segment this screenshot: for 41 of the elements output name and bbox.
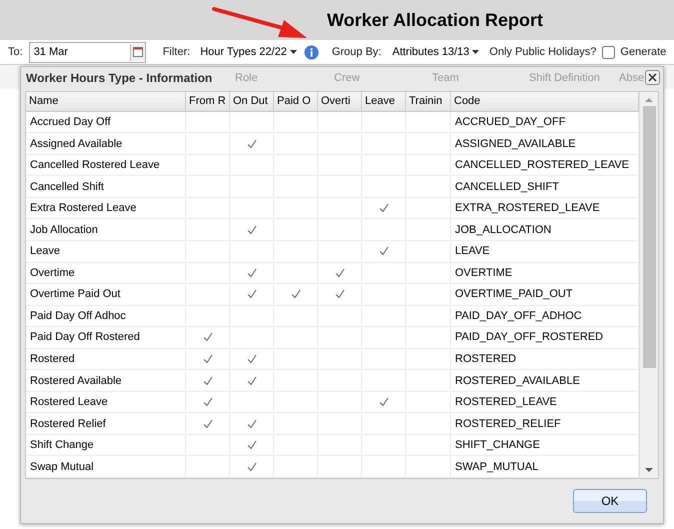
background-column-header: Role (235, 72, 258, 84)
name-cell: Assigned Available (26, 133, 186, 154)
public-holidays-label: Only Public Holidays? (489, 46, 596, 58)
name-cell: Accrued Day Off (26, 112, 186, 132)
name-cell: Paid Day Off Rostered (26, 327, 186, 348)
name-cell: Overtime Paid Out (26, 284, 186, 305)
date-field[interactable]: 31 Mar (28, 42, 146, 62)
background-column-header: Team (432, 72, 459, 84)
column-header[interactable]: Overti (318, 92, 362, 111)
to-label: To: (8, 46, 23, 58)
report-title: Worker Allocation Report (326, 10, 543, 30)
background-column-header: Shift Definition (529, 72, 600, 84)
name-cell: Job Allocation (26, 219, 186, 240)
column-header[interactable]: From R (186, 92, 230, 111)
filter-label: Filter: (162, 46, 190, 58)
background-column-header: Abse (619, 72, 644, 84)
attributes-dropdown[interactable]: Attributes 13/13 (392, 46, 480, 58)
group-by-label: Group By: (332, 46, 382, 58)
hour-types-dropdown[interactable]: Hour Types 22/22 (200, 46, 297, 58)
name-cell: Rostered Leave (26, 392, 186, 412)
name-cell: Swap Mutual (26, 456, 186, 477)
column-header[interactable]: On Dut (230, 92, 274, 111)
name-cell: Overtime (26, 262, 186, 284)
column-header[interactable]: Name (26, 92, 186, 111)
generate-label: Generate (620, 46, 666, 58)
name-cell: Shift Change (26, 434, 186, 456)
name-cell: Extra Rostered Leave (26, 198, 186, 218)
background-column-header: Crew (334, 72, 360, 84)
name-cell: Cancelled Shift (26, 176, 186, 197)
column-header[interactable]: Paid O (274, 92, 318, 111)
column-header[interactable]: Trainin (406, 92, 451, 111)
name-cell: Leave (26, 240, 186, 262)
name-cell: Rostered (26, 348, 186, 370)
ok-button[interactable]: OK (573, 489, 647, 513)
name-cell: Rostered Available (26, 370, 186, 391)
name-cell: Paid Day Off Adhoc (26, 306, 186, 326)
name-cell: Rostered Relief (26, 413, 186, 434)
column-header[interactable]: Leave (362, 92, 406, 111)
name-cell: Cancelled Rostered Leave (26, 154, 186, 176)
date-input[interactable]: 31 Mar (30, 46, 130, 58)
dialog-title: Worker Hours Type - Information (26, 71, 212, 85)
